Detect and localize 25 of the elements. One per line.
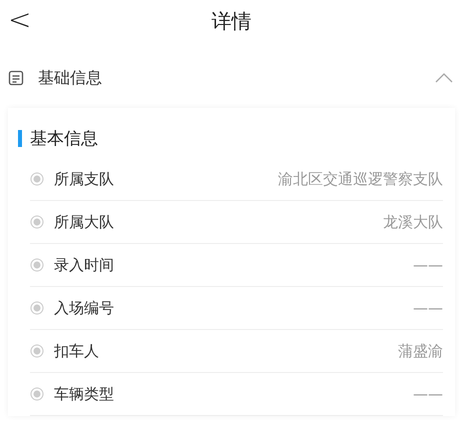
radio-dot-icon — [30, 301, 44, 315]
field-label: 录入时间 — [54, 256, 115, 274]
radio-dot-icon — [30, 215, 44, 229]
field-label: 所属大队 — [54, 212, 115, 232]
field-value: 龙溪大队 — [383, 212, 443, 232]
field-label: 车辆类型 — [54, 384, 115, 404]
radio-dot-icon — [30, 172, 44, 186]
section-title: 基础信息 — [38, 68, 103, 88]
field-value: —— — [413, 299, 443, 317]
field-value: 蒲盛渝 — [398, 342, 443, 360]
section-header[interactable]: 基础信息 — [0, 48, 463, 108]
document-icon — [8, 70, 24, 86]
page-title: 详情 — [212, 8, 252, 34]
subsection-title: 基本信息 — [30, 128, 98, 150]
radio-dot-icon — [30, 387, 44, 401]
radio-dot-icon — [30, 344, 44, 358]
field-value: —— — [413, 256, 443, 274]
accent-bar — [18, 130, 22, 146]
field-value: —— — [413, 385, 443, 403]
field-label: 所属支队 — [54, 170, 115, 188]
field-value: 渝北区交通巡逻警察支队 — [278, 170, 443, 188]
field-label: 扣车人 — [54, 342, 100, 360]
field-label: 入场编号 — [54, 298, 115, 318]
radio-dot-icon — [30, 258, 44, 272]
back-button[interactable]: < — [4, 2, 36, 38]
